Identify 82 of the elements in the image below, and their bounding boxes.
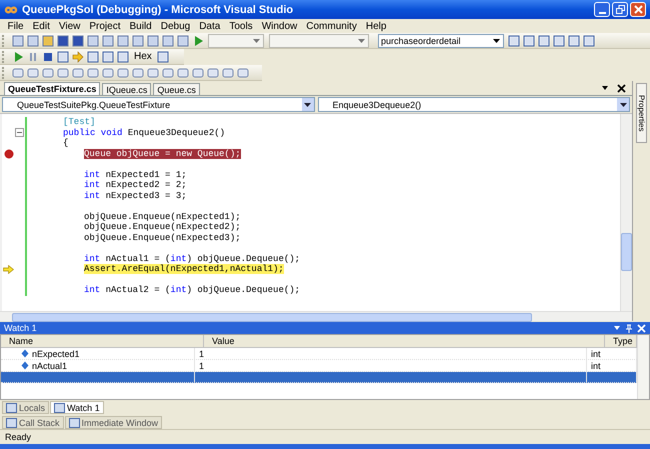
code-line: objQueue.Enqueue(nExpected1); — [84, 212, 241, 222]
infinity-icon — [4, 4, 18, 16]
window-icon[interactable] — [161, 34, 175, 48]
member-dropdown[interactable]: Enqueue3Dequeue2() — [318, 97, 630, 112]
close-button[interactable] — [630, 2, 646, 17]
horizontal-scrollbar[interactable] — [0, 311, 632, 321]
window-icon[interactable] — [116, 50, 130, 64]
code-line: int nActual2 = (int) objQueue.Dequeue(); — [84, 285, 300, 296]
menu-item[interactable]: File — [3, 20, 28, 32]
variable-value: 1 — [199, 360, 204, 370]
window-icon[interactable] — [86, 50, 100, 64]
window-icon[interactable] — [176, 34, 190, 48]
code-line: int nExpected3 = 3; — [84, 190, 187, 201]
variable-name: nActual1 — [32, 360, 68, 370]
panel-tab[interactable]: Call Stack — [2, 416, 64, 429]
window-icon[interactable] — [101, 50, 115, 64]
window-icon[interactable] — [567, 34, 581, 48]
caret-icon — [620, 102, 626, 106]
menu-item[interactable]: Project — [84, 20, 125, 32]
menu-item[interactable]: Edit — [28, 20, 54, 32]
code-line: int nActual1 = (int) objQueue.Dequeue(); — [84, 254, 300, 264]
window-icon — [54, 402, 66, 412]
document-tab[interactable]: Queue.cs — [153, 83, 200, 95]
window-icon[interactable] — [156, 50, 170, 64]
pin-icon[interactable] — [625, 324, 633, 332]
hex-button[interactable]: Hex — [131, 51, 155, 62]
window-icon — [6, 418, 17, 428]
panel-tab[interactable]: Locals — [2, 401, 50, 414]
column-header[interactable]: Name — [1, 335, 204, 347]
restore-button[interactable] — [612, 2, 628, 17]
menu-item[interactable]: View — [54, 20, 85, 32]
variable-type: int — [591, 360, 601, 370]
caret-icon — [493, 38, 500, 42]
menu-item[interactable]: Data — [194, 20, 225, 32]
column-header[interactable]: Value — [204, 335, 605, 347]
code-line: { — [63, 138, 68, 148]
close-icon[interactable] — [617, 84, 626, 92]
window-icon[interactable] — [582, 34, 596, 48]
arrow-icon[interactable] — [71, 50, 85, 64]
window-icon — [68, 418, 80, 428]
window-icon — [6, 402, 17, 412]
breakpoint-icon[interactable] — [4, 148, 14, 159]
variable-name: nExpected1 — [32, 348, 80, 358]
window-icon[interactable] — [522, 34, 536, 48]
menu-item[interactable]: Tools — [224, 20, 258, 32]
properties-tab[interactable]: Properties — [636, 83, 647, 143]
variable-value: 1 — [199, 348, 204, 358]
restore-icon — [616, 5, 624, 14]
status-text: Ready — [5, 432, 32, 442]
code-line: int nExpected2 = 2; — [84, 180, 187, 190]
find-field[interactable]: purchaseorderdetail — [378, 34, 504, 48]
document-tab[interactable]: IQueue.cs — [102, 83, 152, 95]
code-line: [Test] — [63, 117, 96, 128]
code-line: int nExpected1 = 1; — [84, 170, 187, 180]
document-tab[interactable]: QueueTestFixture.cs — [4, 82, 100, 95]
variable-type: int — [591, 348, 601, 358]
menu-item[interactable]: Debug — [156, 20, 195, 32]
minimize-button[interactable] — [594, 2, 610, 17]
menu-item[interactable]: Help — [361, 20, 391, 32]
collapse-icon[interactable] — [15, 128, 24, 138]
dropdown-icon[interactable] — [601, 84, 609, 92]
vertical-scrollbar[interactable] — [637, 335, 649, 399]
caret-icon — [304, 102, 311, 106]
close-icon — [634, 5, 642, 14]
menu-item[interactable]: Window — [257, 20, 302, 32]
watch-row[interactable] — [1, 372, 637, 383]
code-line: public void Enqueue3Dequeue2() — [63, 128, 226, 138]
caret-icon — [358, 38, 365, 42]
code-line: objQueue.Enqueue(nExpected2); — [84, 222, 241, 232]
menu-item[interactable]: Build — [124, 20, 156, 32]
panel-tab[interactable]: Watch 1 — [50, 401, 104, 414]
vertical-scrollbar[interactable] — [620, 114, 632, 311]
type-dropdown[interactable]: QueueTestSuitePkg.QueueTestFixture — [2, 97, 314, 112]
panel-tab[interactable]: Immediate Window — [64, 416, 162, 429]
minimize-icon — [598, 12, 606, 14]
panel-title: Watch 1 — [4, 323, 37, 333]
window-title: QueuePkgSol (Debugging) - Microsoft Visual Studio — [22, 4, 294, 16]
menu-item[interactable]: Community — [302, 20, 362, 32]
caret-icon — [253, 38, 260, 42]
watch-row[interactable]: nExpected1 1 int — [1, 348, 637, 360]
code-line: objQueue.Enqueue(nExpected3); — [84, 232, 241, 243]
window-icon[interactable] — [537, 34, 551, 48]
